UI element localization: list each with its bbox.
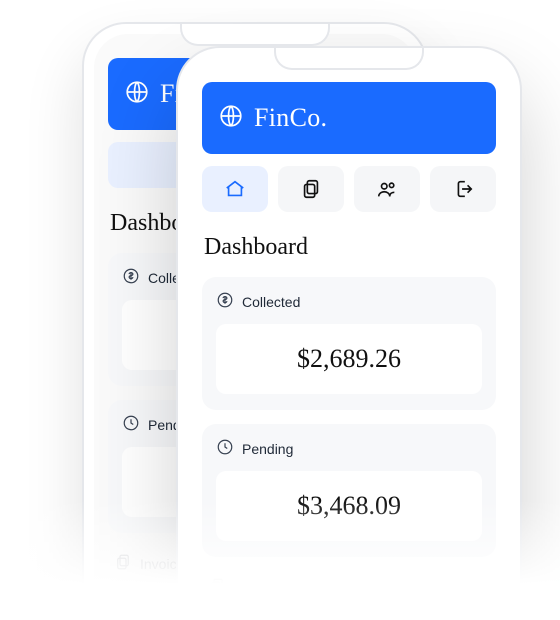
dollar-circle-icon: [216, 291, 234, 312]
nav-home[interactable]: [202, 166, 268, 212]
document-copy-icon: [208, 577, 226, 598]
collected-value: $2,689.26: [216, 324, 482, 394]
brand-bar: FinCo.: [202, 82, 496, 154]
nav-customers[interactable]: [354, 166, 420, 212]
invoices-row: Invoices: [202, 571, 496, 598]
brand-title: FinCo.: [254, 103, 327, 133]
clock-icon: [122, 414, 140, 435]
document-copy-icon: [300, 178, 322, 200]
invoices-label: Invoices: [234, 580, 285, 596]
card-collected: Collected $2,689.26: [202, 277, 496, 410]
nav-docs[interactable]: [278, 166, 344, 212]
users-icon: [376, 178, 398, 200]
logout-icon: [452, 178, 474, 200]
phone-mockup-front: FinCo.: [176, 46, 522, 620]
pending-label: Pending: [242, 441, 293, 457]
nav-logout[interactable]: [430, 166, 496, 212]
dashboard-title: Dashboard: [204, 234, 494, 261]
dollar-circle-icon: [122, 267, 140, 288]
globe-icon: [124, 79, 150, 110]
phone-notch: [274, 48, 424, 70]
globe-icon: [218, 103, 244, 134]
document-copy-icon: [114, 553, 132, 574]
pending-value: $3,468.09: [216, 471, 482, 541]
collected-label: Collected: [242, 294, 300, 310]
nav-row: [202, 166, 496, 212]
phone-notch: [180, 24, 330, 46]
home-icon: [224, 178, 246, 200]
card-pending: Pending $3,468.09: [202, 424, 496, 557]
screen-front: FinCo.: [188, 58, 510, 620]
clock-icon: [216, 438, 234, 459]
